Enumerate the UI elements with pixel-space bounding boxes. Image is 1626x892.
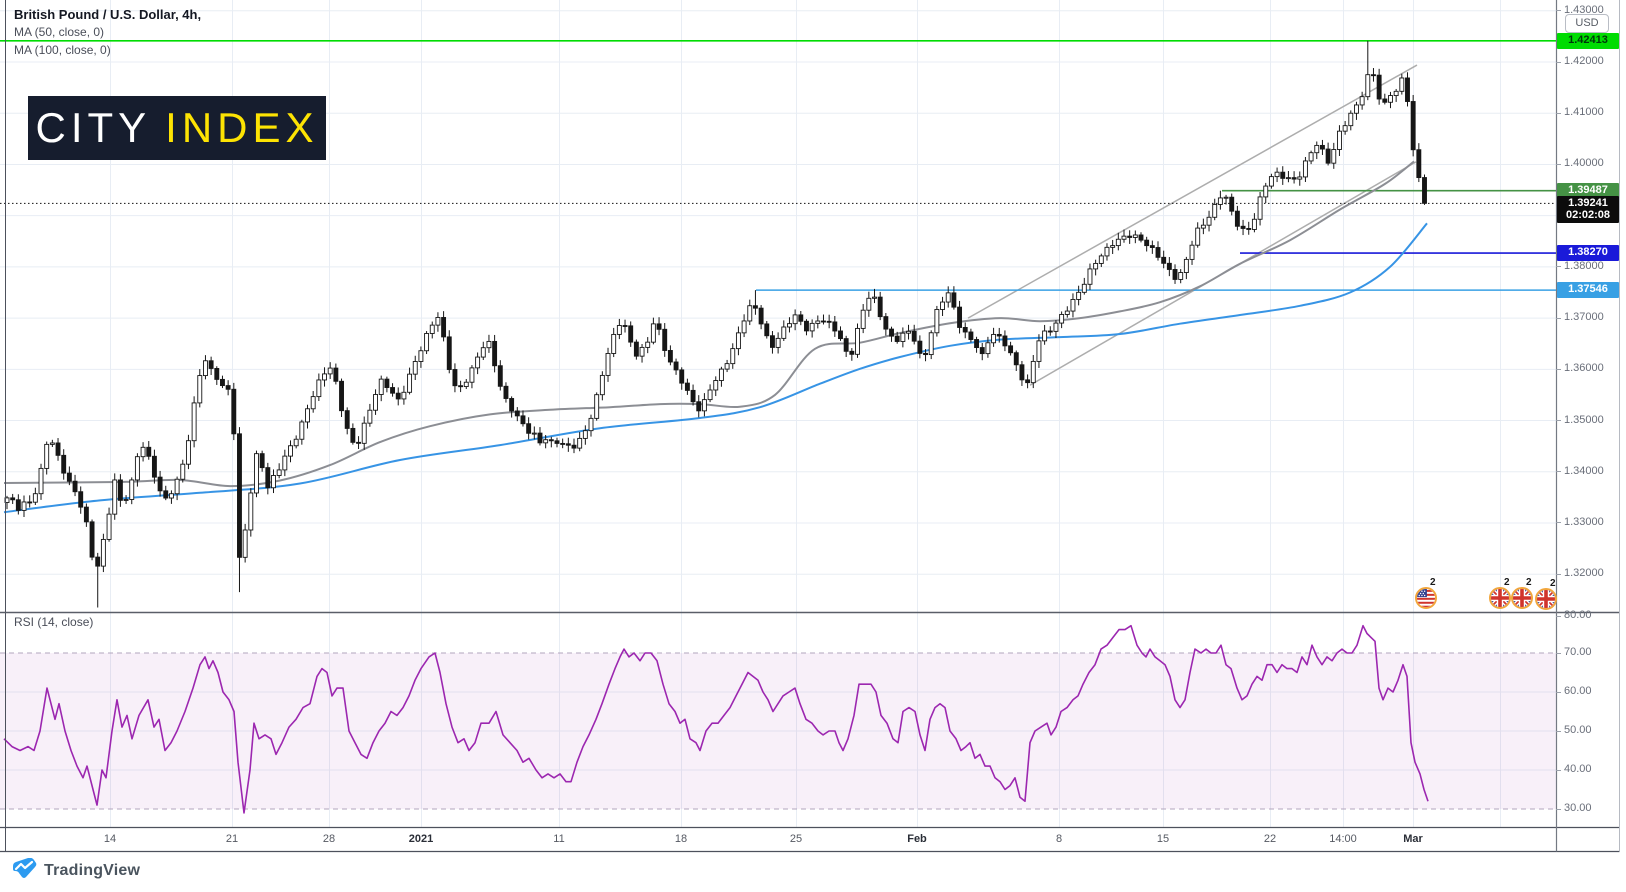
tick-mark <box>1556 266 1561 267</box>
tick-mark <box>1556 770 1561 771</box>
price-level-label: 1.37546 <box>1557 282 1619 298</box>
price-tick-label: 1.43000 <box>1564 4 1604 16</box>
price-tick-label: 1.40000 <box>1564 157 1604 169</box>
tick-mark <box>1556 10 1561 11</box>
event-count-badge: 2 <box>1430 577 1436 588</box>
tick-mark <box>1556 420 1561 421</box>
price-level-label: 1.42413 <box>1557 33 1619 49</box>
tick-mark <box>1556 369 1561 370</box>
time-axis-label: 25 <box>790 833 802 845</box>
tick-mark <box>1556 113 1561 114</box>
ma100-legend-item[interactable]: MA (100, close, 0) <box>14 42 201 59</box>
tradingview-logo-icon <box>12 858 37 884</box>
tick-mark <box>1556 522 1561 523</box>
rsi-band <box>0 653 1556 809</box>
watermark-index: INDEX <box>165 104 318 152</box>
time-axis-label: 2021 <box>409 833 433 845</box>
price-tick-label: 1.32000 <box>1564 567 1604 579</box>
time-axis[interactable]: 14 21 28 2021 11 18 25 Feb 8 15 22 14:00 Mar <box>0 828 1556 851</box>
tick-mark <box>1556 653 1561 654</box>
rsi-tick-label: 40.00 <box>1564 763 1592 775</box>
tradingview-attribution[interactable]: TradingView <box>12 858 140 884</box>
time-axis-label: Feb <box>907 833 927 845</box>
rsi-tick-label: 80.00 <box>1564 609 1592 621</box>
time-axis-label: 15 <box>1157 833 1169 845</box>
event-count-badge: 2 <box>1526 577 1532 588</box>
economic-event-flag-gb[interactable] <box>1511 587 1533 609</box>
tick-mark <box>1556 471 1561 472</box>
time-axis-label: 14 <box>104 833 116 845</box>
price-tick-label: 1.38000 <box>1564 260 1604 272</box>
tick-mark <box>1556 62 1561 63</box>
ma50-line <box>4 161 1414 486</box>
rsi-tick-label: 70.00 <box>1564 646 1592 658</box>
tick-mark <box>1556 809 1561 810</box>
city-index-watermark: CITY INDEX <box>28 96 326 160</box>
economic-event-flag-gb[interactable] <box>1489 587 1511 609</box>
tick-mark <box>1556 731 1561 732</box>
price-tick-label: 1.42000 <box>1564 55 1604 67</box>
price-tick-label: 1.37000 <box>1564 311 1604 323</box>
price-tick-label: 1.33000 <box>1564 516 1604 528</box>
time-axis-label: 8 <box>1056 833 1062 845</box>
price-tick-label: 1.36000 <box>1564 362 1604 374</box>
economic-event-flag-us[interactable] <box>1415 587 1437 609</box>
tick-mark <box>1556 318 1561 319</box>
tick-mark <box>1556 574 1561 575</box>
tick-mark <box>1556 616 1561 617</box>
rsi-tick-label: 60.00 <box>1564 685 1592 697</box>
tradingview-wordmark: TradingView <box>44 862 140 880</box>
rsi-tick-label: 50.00 <box>1564 724 1592 736</box>
price-tick-label: 1.41000 <box>1564 106 1604 118</box>
economic-event-flag-gb[interactable] <box>1535 588 1557 610</box>
tradingview-chart-window: British Pound / U.S. Dollar, 4h, MA (50,… <box>0 0 1626 892</box>
current-price-label: 1.3924102:02:08 <box>1557 196 1619 223</box>
time-axis-label: 21 <box>226 833 238 845</box>
event-count-badge: 2 <box>1504 577 1510 588</box>
price-tick-label: 1.34000 <box>1564 465 1604 477</box>
rsi-legend[interactable]: RSI (14, close) <box>14 615 93 629</box>
currency-toggle-button[interactable]: USD <box>1565 14 1609 33</box>
price-tick-label: 1.35000 <box>1564 414 1604 426</box>
price-level-lines[interactable] <box>0 41 1556 290</box>
event-count-badge: 2 <box>1550 578 1556 589</box>
watermark-city: CITY <box>35 104 151 152</box>
time-axis-label: 28 <box>323 833 335 845</box>
price-level-label: 1.38270 <box>1557 245 1619 261</box>
ma50-legend-item[interactable]: MA (50, close, 0) <box>14 24 201 41</box>
price-axis[interactable]: USD 1.430001.420001.410001.400001.380001… <box>1556 0 1620 852</box>
rsi-tick-label: 30.00 <box>1564 802 1592 814</box>
chart-legend: British Pound / U.S. Dollar, 4h, MA (50,… <box>14 6 201 59</box>
time-axis-label: 14:00 <box>1329 833 1357 845</box>
time-axis-label: 18 <box>675 833 687 845</box>
tick-mark <box>1556 164 1561 165</box>
time-axis-label: 22 <box>1264 833 1276 845</box>
tick-mark <box>1556 692 1561 693</box>
symbol-title[interactable]: British Pound / U.S. Dollar, 4h, <box>14 6 201 23</box>
time-axis-label: 11 <box>553 833 564 845</box>
time-axis-label: Mar <box>1403 833 1423 845</box>
